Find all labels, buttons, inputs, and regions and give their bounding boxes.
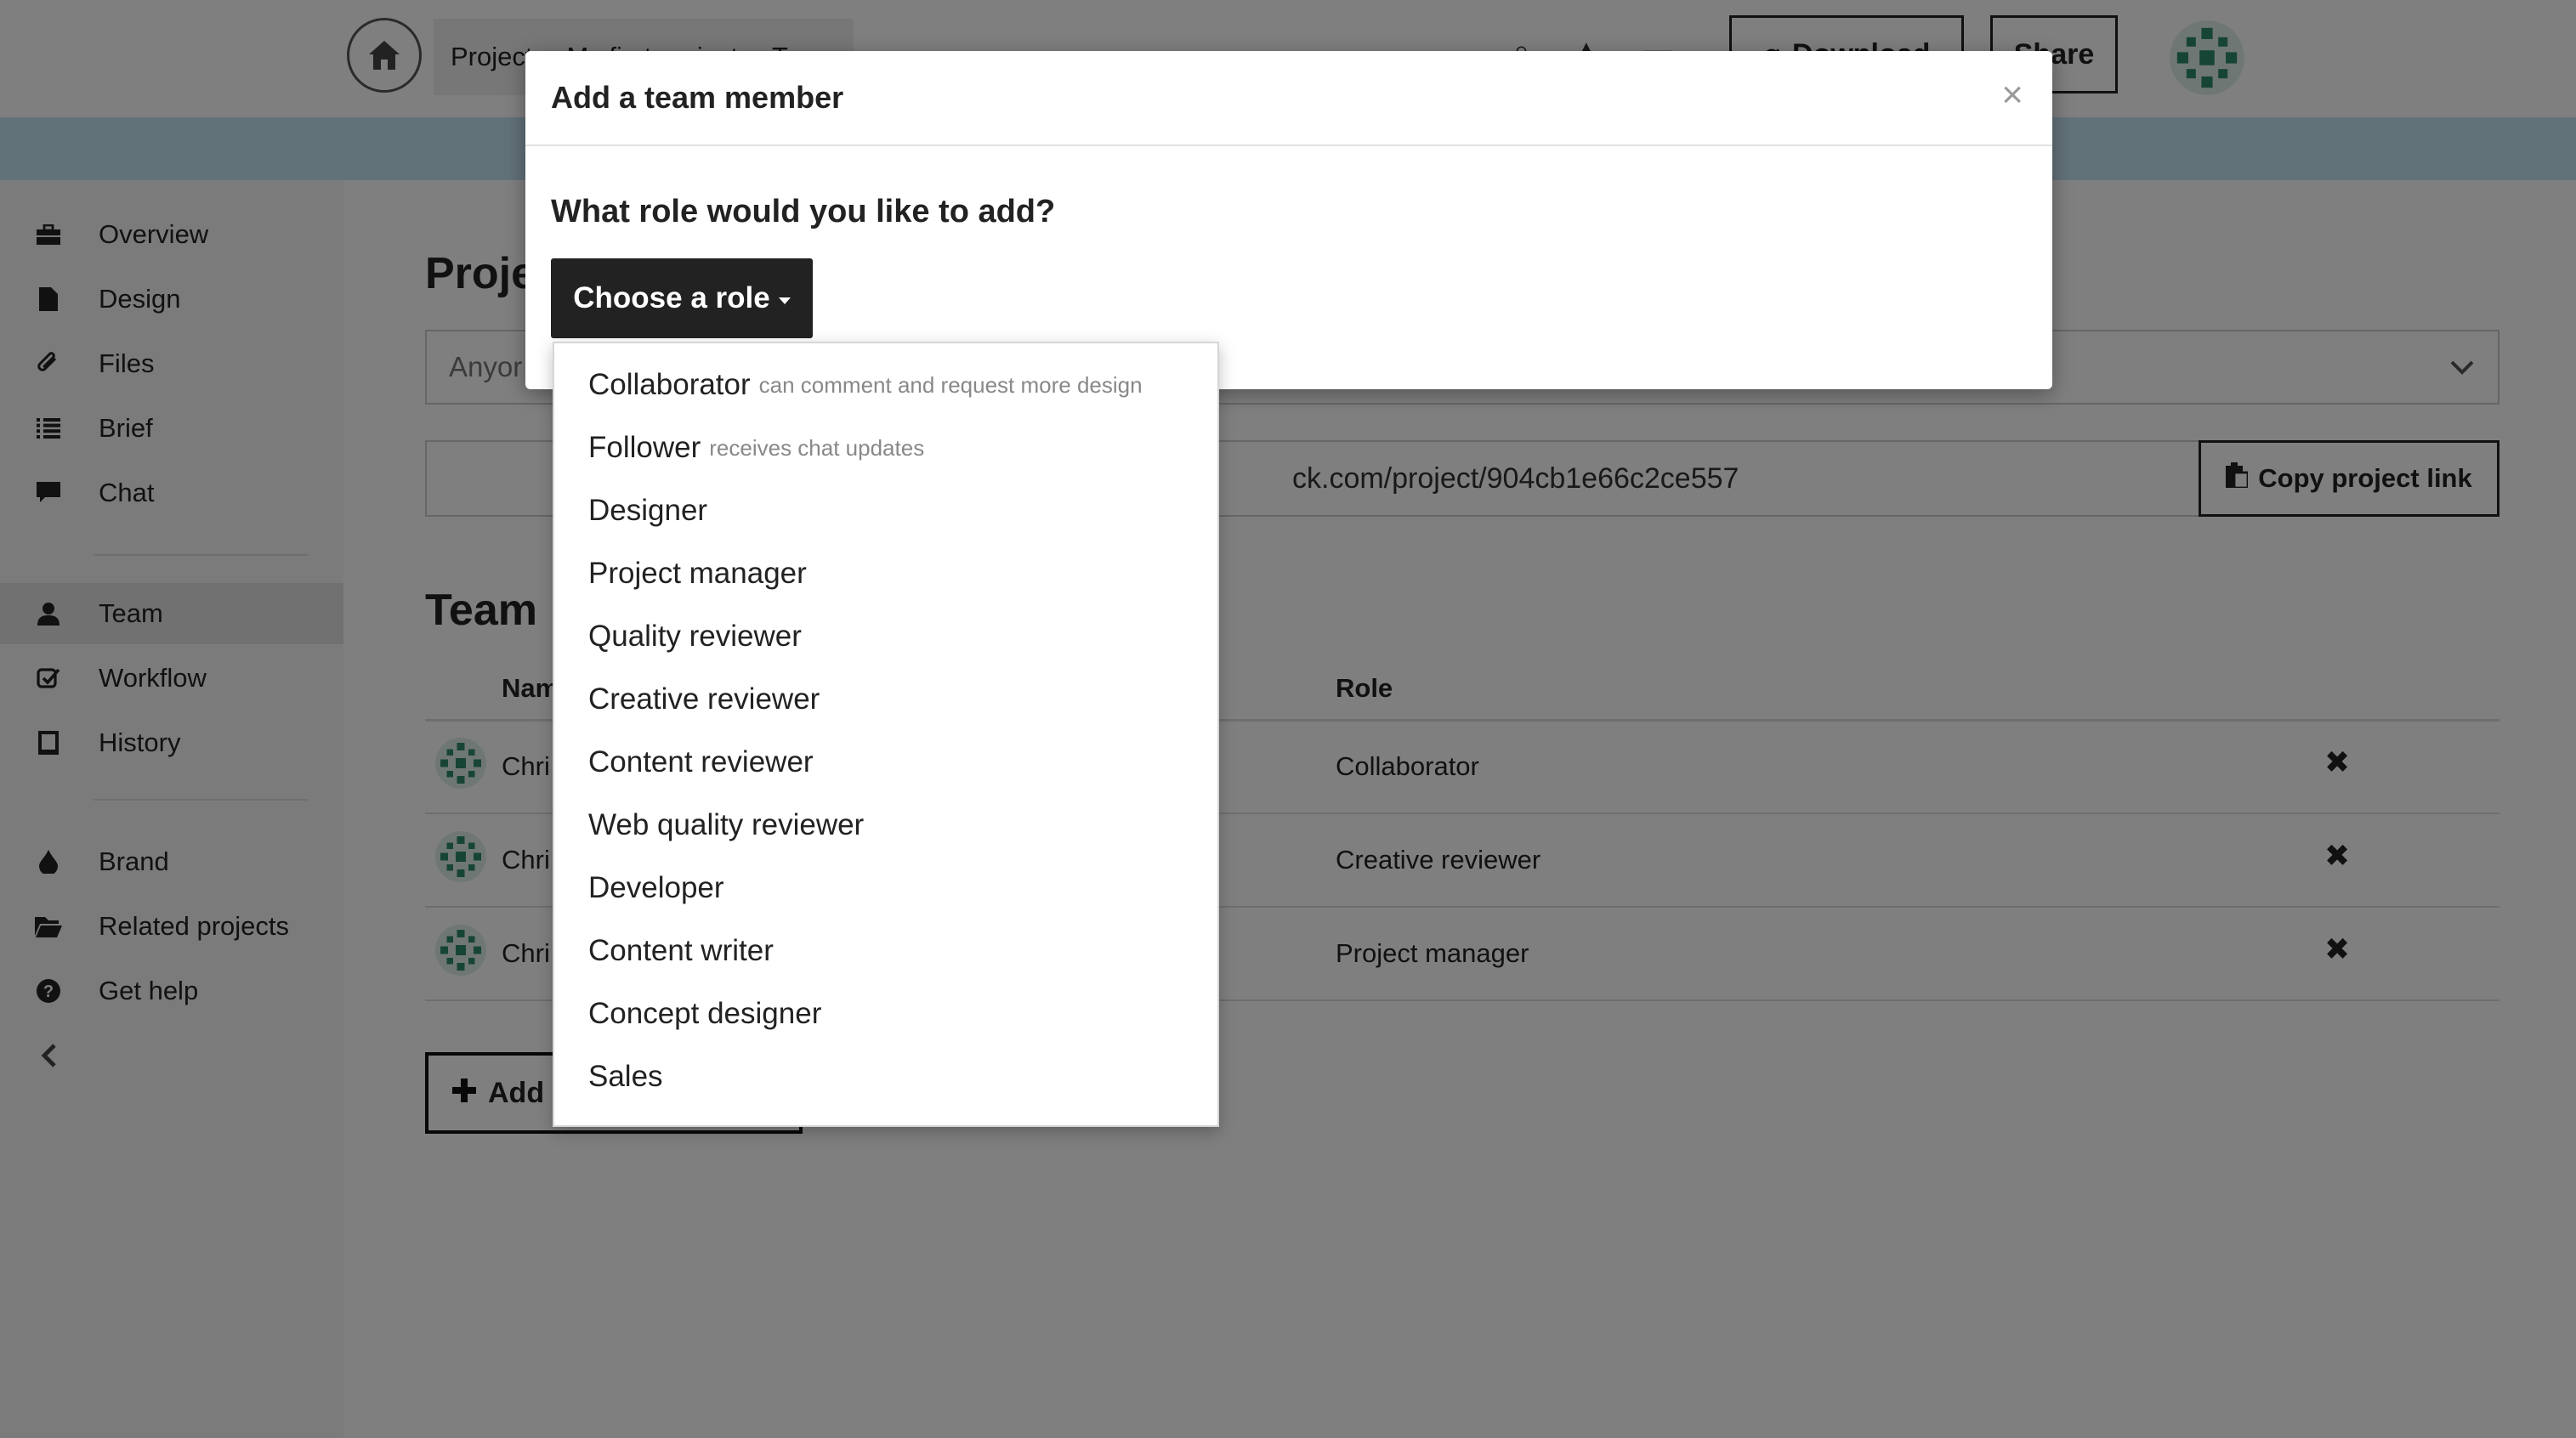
choose-role-label: Choose a role bbox=[573, 281, 770, 314]
role-option-follower[interactable]: Follower receives chat updates bbox=[554, 416, 1217, 479]
role-option-quality-reviewer[interactable]: Quality reviewer bbox=[554, 605, 1217, 668]
role-option-sales[interactable]: Sales bbox=[554, 1045, 1217, 1108]
role-option-web-quality-reviewer[interactable]: Web quality reviewer bbox=[554, 794, 1217, 857]
role-dropdown-menu: Collaborator can comment and request mor… bbox=[553, 342, 1219, 1127]
role-option-hint: receives chat updates bbox=[709, 434, 925, 461]
choose-role-dropdown-button[interactable]: Choose a role bbox=[551, 258, 813, 338]
role-option-creative-reviewer[interactable]: Creative reviewer bbox=[554, 668, 1217, 731]
role-option-hint: can comment and request more design bbox=[758, 371, 1143, 398]
role-option-label: Project manager bbox=[588, 557, 807, 590]
role-option-collaborator[interactable]: Collaborator can comment and request mor… bbox=[554, 354, 1217, 416]
role-option-label: Concept designer bbox=[588, 997, 822, 1030]
close-icon[interactable]: × bbox=[2001, 76, 2023, 114]
role-option-label: Sales bbox=[588, 1060, 663, 1093]
role-question: What role would you like to add? bbox=[551, 194, 1056, 229]
role-option-label: Creative reviewer bbox=[588, 682, 820, 716]
role-option-label: Quality reviewer bbox=[588, 620, 802, 653]
caret-down-icon bbox=[778, 297, 791, 304]
role-option-content-reviewer[interactable]: Content reviewer bbox=[554, 731, 1217, 794]
modal-title: Add a team member bbox=[551, 80, 844, 115]
role-option-label: Content reviewer bbox=[588, 745, 814, 778]
role-option-concept-designer[interactable]: Concept designer bbox=[554, 982, 1217, 1045]
role-option-label: Web quality reviewer bbox=[588, 808, 865, 841]
modal-header: Add a team member bbox=[525, 51, 2052, 146]
role-option-label: Content writer bbox=[588, 934, 774, 967]
role-option-label: Designer bbox=[588, 494, 708, 527]
add-team-member-modal: Add a team member × What role would you … bbox=[525, 51, 2052, 389]
role-option-developer[interactable]: Developer bbox=[554, 857, 1217, 920]
role-option-label: Collaborator bbox=[588, 368, 751, 401]
role-option-label: Follower bbox=[588, 431, 701, 464]
role-option-content-writer[interactable]: Content writer bbox=[554, 920, 1217, 982]
role-option-label: Developer bbox=[588, 871, 724, 904]
role-option-project-manager[interactable]: Project manager bbox=[554, 542, 1217, 605]
role-option-designer[interactable]: Designer bbox=[554, 479, 1217, 542]
